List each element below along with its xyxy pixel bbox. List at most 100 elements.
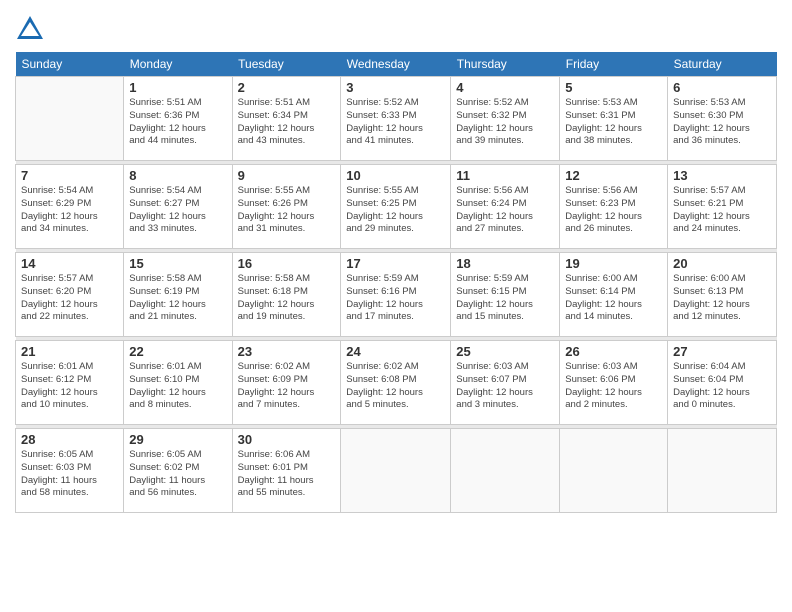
day-info: Sunrise: 6:02 AM Sunset: 6:09 PM Dayligh… (238, 361, 336, 412)
day-info: Sunrise: 6:05 AM Sunset: 6:03 PM Dayligh… (21, 449, 118, 500)
calendar-cell: 23 Sunrise: 6:02 AM Sunset: 6:09 PM Dayli… (232, 341, 341, 425)
day-info: Sunrise: 6:06 AM Sunset: 6:01 PM Dayligh… (238, 449, 336, 500)
day-number: 8 (129, 168, 226, 183)
day-number: 25 (456, 344, 554, 359)
day-info: Sunrise: 5:55 AM Sunset: 6:25 PM Dayligh… (346, 185, 445, 236)
day-number: 3 (346, 80, 445, 95)
day-info: Sunrise: 5:59 AM Sunset: 6:15 PM Dayligh… (456, 273, 554, 324)
calendar-cell: 30 Sunrise: 6:06 AM Sunset: 6:01 PM Dayli… (232, 429, 341, 513)
calendar-week-row: 1 Sunrise: 5:51 AM Sunset: 6:36 PM Daylig… (16, 77, 777, 161)
day-info: Sunrise: 6:03 AM Sunset: 6:07 PM Dayligh… (456, 361, 554, 412)
header-wednesday: Wednesday (341, 52, 451, 77)
day-info: Sunrise: 5:54 AM Sunset: 6:29 PM Dayligh… (21, 185, 118, 236)
day-number: 29 (129, 432, 226, 447)
day-number: 23 (238, 344, 336, 359)
day-number: 4 (456, 80, 554, 95)
day-info: Sunrise: 5:55 AM Sunset: 6:26 PM Dayligh… (238, 185, 336, 236)
calendar-cell (341, 429, 451, 513)
calendar-cell: 2 Sunrise: 5:51 AM Sunset: 6:34 PM Daylig… (232, 77, 341, 161)
day-info: Sunrise: 5:51 AM Sunset: 6:34 PM Dayligh… (238, 97, 336, 148)
calendar-table: Sunday Monday Tuesday Wednesday Thursday… (15, 52, 777, 513)
day-number: 24 (346, 344, 445, 359)
day-info: Sunrise: 6:05 AM Sunset: 6:02 PM Dayligh… (129, 449, 226, 500)
calendar-cell (451, 429, 560, 513)
day-number: 6 (673, 80, 771, 95)
day-info: Sunrise: 6:00 AM Sunset: 6:13 PM Dayligh… (673, 273, 771, 324)
day-number: 26 (565, 344, 662, 359)
calendar-cell: 8 Sunrise: 5:54 AM Sunset: 6:27 PM Daylig… (124, 165, 232, 249)
day-number: 11 (456, 168, 554, 183)
day-number: 7 (21, 168, 118, 183)
day-info: Sunrise: 5:52 AM Sunset: 6:33 PM Dayligh… (346, 97, 445, 148)
day-number: 18 (456, 256, 554, 271)
day-number: 12 (565, 168, 662, 183)
calendar-cell: 3 Sunrise: 5:52 AM Sunset: 6:33 PM Daylig… (341, 77, 451, 161)
calendar-cell: 24 Sunrise: 6:02 AM Sunset: 6:08 PM Dayli… (341, 341, 451, 425)
day-info: Sunrise: 5:53 AM Sunset: 6:31 PM Dayligh… (565, 97, 662, 148)
day-number: 21 (21, 344, 118, 359)
logo-icon (15, 14, 45, 44)
day-number: 10 (346, 168, 445, 183)
calendar-cell: 21 Sunrise: 6:01 AM Sunset: 6:12 PM Dayli… (16, 341, 124, 425)
day-number: 5 (565, 80, 662, 95)
day-info: Sunrise: 6:01 AM Sunset: 6:10 PM Dayligh… (129, 361, 226, 412)
day-number: 27 (673, 344, 771, 359)
calendar-cell (560, 429, 668, 513)
calendar-cell: 16Sunrise: 5:58 AM Sunset: 6:18 PM Dayli… (232, 253, 341, 337)
calendar-cell (668, 429, 777, 513)
calendar-cell: 19 Sunrise: 6:00 AM Sunset: 6:14 PM Dayli… (560, 253, 668, 337)
calendar-cell: 15 Sunrise: 5:58 AM Sunset: 6:19 PM Dayli… (124, 253, 232, 337)
calendar-cell: 17 Sunrise: 5:59 AM Sunset: 6:16 PM Dayli… (341, 253, 451, 337)
calendar-cell: 26 Sunrise: 6:03 AM Sunset: 6:06 PM Dayli… (560, 341, 668, 425)
day-info: Sunrise: 5:54 AM Sunset: 6:27 PM Dayligh… (129, 185, 226, 236)
day-number: 1 (129, 80, 226, 95)
calendar-cell: 4Sunrise: 5:52 AM Sunset: 6:32 PM Daylig… (451, 77, 560, 161)
calendar-cell (16, 77, 124, 161)
calendar-week-row: 7 Sunrise: 5:54 AM Sunset: 6:29 PM Daylig… (16, 165, 777, 249)
header-sunday: Sunday (16, 52, 124, 77)
day-info: Sunrise: 6:01 AM Sunset: 6:12 PM Dayligh… (21, 361, 118, 412)
day-number: 17 (346, 256, 445, 271)
day-number: 2 (238, 80, 336, 95)
day-number: 13 (673, 168, 771, 183)
day-info: Sunrise: 5:58 AM Sunset: 6:19 PM Dayligh… (129, 273, 226, 324)
calendar-cell: 9 Sunrise: 5:55 AM Sunset: 6:26 PM Daylig… (232, 165, 341, 249)
calendar-cell: 11Sunrise: 5:56 AM Sunset: 6:24 PM Dayli… (451, 165, 560, 249)
day-info: Sunrise: 5:58 AM Sunset: 6:18 PM Dayligh… (238, 273, 336, 324)
page-container: Sunday Monday Tuesday Wednesday Thursday… (0, 0, 792, 523)
day-info: Sunrise: 5:57 AM Sunset: 6:20 PM Dayligh… (21, 273, 118, 324)
header-tuesday: Tuesday (232, 52, 341, 77)
calendar-cell: 5 Sunrise: 5:53 AM Sunset: 6:31 PM Daylig… (560, 77, 668, 161)
day-number: 30 (238, 432, 336, 447)
calendar-cell: 22 Sunrise: 6:01 AM Sunset: 6:10 PM Dayli… (124, 341, 232, 425)
calendar-cell: 28 Sunrise: 6:05 AM Sunset: 6:03 PM Dayli… (16, 429, 124, 513)
header-saturday: Saturday (668, 52, 777, 77)
day-info: Sunrise: 5:57 AM Sunset: 6:21 PM Dayligh… (673, 185, 771, 236)
day-number: 22 (129, 344, 226, 359)
calendar-cell: 7 Sunrise: 5:54 AM Sunset: 6:29 PM Daylig… (16, 165, 124, 249)
day-number: 15 (129, 256, 226, 271)
day-info: Sunrise: 6:03 AM Sunset: 6:06 PM Dayligh… (565, 361, 662, 412)
calendar-cell: 12 Sunrise: 5:56 AM Sunset: 6:23 PM Dayli… (560, 165, 668, 249)
calendar-cell: 29 Sunrise: 6:05 AM Sunset: 6:02 PM Dayli… (124, 429, 232, 513)
calendar-week-row: 14 Sunrise: 5:57 AM Sunset: 6:20 PM Dayli… (16, 253, 777, 337)
day-info: Sunrise: 6:00 AM Sunset: 6:14 PM Dayligh… (565, 273, 662, 324)
header (15, 10, 777, 44)
logo (15, 14, 49, 44)
day-number: 9 (238, 168, 336, 183)
day-info: Sunrise: 5:51 AM Sunset: 6:36 PM Dayligh… (129, 97, 226, 148)
day-number: 14 (21, 256, 118, 271)
day-number: 20 (673, 256, 771, 271)
calendar-cell: 14 Sunrise: 5:57 AM Sunset: 6:20 PM Dayli… (16, 253, 124, 337)
calendar-cell: 20 Sunrise: 6:00 AM Sunset: 6:13 PM Dayli… (668, 253, 777, 337)
day-info: Sunrise: 5:59 AM Sunset: 6:16 PM Dayligh… (346, 273, 445, 324)
calendar-cell: 10 Sunrise: 5:55 AM Sunset: 6:25 PM Dayli… (341, 165, 451, 249)
header-thursday: Thursday (451, 52, 560, 77)
day-info: Sunrise: 5:53 AM Sunset: 6:30 PM Dayligh… (673, 97, 771, 148)
day-info: Sunrise: 6:02 AM Sunset: 6:08 PM Dayligh… (346, 361, 445, 412)
day-number: 19 (565, 256, 662, 271)
calendar-week-row: 28 Sunrise: 6:05 AM Sunset: 6:03 PM Dayli… (16, 429, 777, 513)
day-number: 28 (21, 432, 118, 447)
day-info: Sunrise: 5:56 AM Sunset: 6:23 PM Dayligh… (565, 185, 662, 236)
calendar-header-row: Sunday Monday Tuesday Wednesday Thursday… (16, 52, 777, 77)
